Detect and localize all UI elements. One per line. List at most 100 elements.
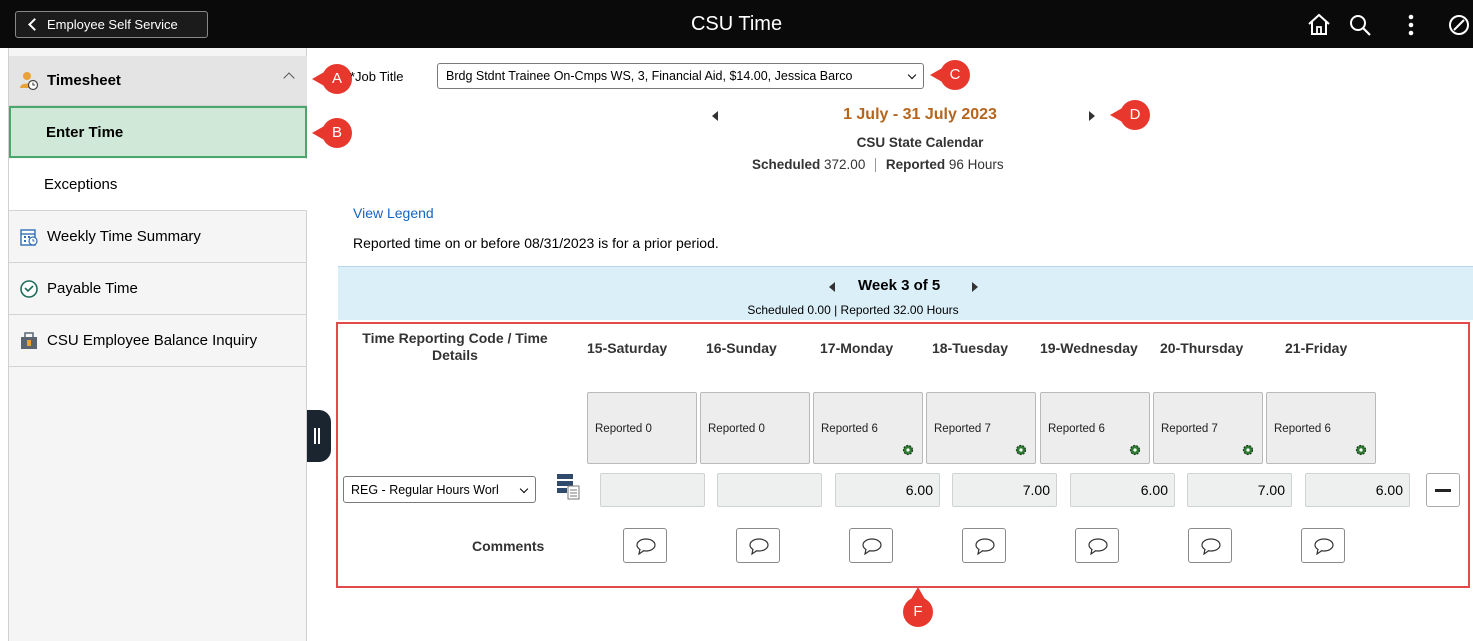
scheduled-label: Scheduled [752,157,821,172]
job-title-label: *Job Title [350,69,404,84]
gear-icon [1355,444,1367,456]
calendar-icon [20,228,38,246]
period-hours-summary: Scheduled 372.00 Reported 96 Hours [752,157,1004,173]
hours-input[interactable] [600,473,705,507]
detail-list-icon[interactable] [556,472,580,500]
view-legend-link[interactable]: View Legend [353,205,434,221]
comment-button[interactable] [962,528,1006,563]
sidebar-item-label: Payable Time [47,280,138,297]
reported-tile[interactable]: Reported 6 [1040,392,1150,464]
balance-icon [21,331,37,349]
back-button[interactable]: Employee Self Service [15,11,208,38]
back-button-label: Employee Self Service [47,17,178,32]
reported-text: Reported 0 [595,423,652,435]
home-icon[interactable] [1306,12,1332,38]
gear-icon [902,444,914,456]
job-title-value: Brdg Stdnt Trainee On-Cmps WS, 3, Financ… [446,69,853,83]
app-title: CSU Time [690,13,783,35]
hours-input[interactable] [717,473,822,507]
timesheet-icon [20,71,39,90]
callout-marker: F [903,587,933,627]
day-header: 20-Thursday [1160,340,1244,356]
search-icon[interactable] [1347,12,1373,38]
comments-label: Comments [472,538,545,554]
comment-button[interactable] [623,528,667,563]
comment-button[interactable] [736,528,780,563]
sidebar-section-label: Timesheet [47,72,121,89]
reported-text: Reported 6 [1048,423,1105,435]
sidebar-section-timesheet[interactable]: Timesheet [9,56,307,106]
sidebar-item-exceptions[interactable]: Exceptions [9,159,307,211]
sidebar-item-label: Weekly Time Summary [47,228,201,245]
day-header: 16-Sunday [706,340,777,356]
prev-period-button[interactable] [712,111,718,121]
callout-marker: C [930,60,970,90]
divider [875,158,877,173]
sidebar-item-payable-time[interactable]: Payable Time [9,263,307,315]
gear-icon [1015,444,1027,456]
chevron-up-icon[interactable] [283,72,295,84]
comment-icon [749,538,769,555]
hours-input[interactable]: 6.00 [835,473,940,507]
comment-icon [1314,538,1334,555]
reported-text: Reported 6 [821,423,878,435]
comment-button[interactable] [849,528,893,563]
hours-input[interactable]: 7.00 [952,473,1057,507]
reported-tile[interactable]: Reported 6 [1266,392,1376,464]
sidebar-collapse-handle[interactable] [307,410,331,462]
reported-tile[interactable]: Reported 7 [1153,392,1263,464]
gear-icon [1129,444,1141,456]
week-title: Week 3 of 5 [858,277,941,294]
next-period-button[interactable] [1089,111,1095,121]
time-reporting-code-select[interactable]: REG - Regular Hours Worl [343,476,536,503]
sidebar: Timesheet Enter Time Exceptions Weekly T… [8,48,307,641]
hours-input[interactable]: 7.00 [1187,473,1292,507]
chevron-left-icon [28,18,41,31]
scheduled-value: 372.00 [824,157,866,172]
prior-period-notice: Reported time on or before 08/31/2023 is… [353,235,719,251]
period-range: 1 July - 31 July 2023 [843,106,997,123]
reported-label: Reported [885,157,946,172]
gear-icon [1242,444,1254,456]
chevron-down-icon [907,70,917,80]
sidebar-item-label: Exceptions [44,176,118,193]
comment-button[interactable] [1188,528,1232,563]
sidebar-item-enter-time[interactable]: Enter Time [9,106,307,158]
compass-icon[interactable] [1446,12,1472,38]
sidebar-item-label: CSU Employee Balance Inquiry [47,332,258,349]
comment-icon [636,538,656,555]
job-title-select[interactable]: Brdg Stdnt Trainee On-Cmps WS, 3, Financ… [437,63,924,89]
sidebar-item-label: Enter Time [46,123,124,141]
sidebar-item-weekly-time-summary[interactable]: Weekly Time Summary [9,211,307,263]
calendar-name: CSU State Calendar [856,135,984,150]
reported-tile[interactable]: Reported 0 [700,392,810,464]
reported-tile[interactable]: Reported 6 [813,392,923,464]
reported-value: 96 Hours [948,157,1004,172]
more-vertical-icon[interactable] [1398,12,1424,38]
day-header: 18-Tuesday [932,340,1008,356]
hours-input[interactable]: 6.00 [1305,473,1410,507]
day-header: 15-Saturday [587,340,668,356]
sidebar-item-csu-employee-balance-inquiry[interactable]: CSU Employee Balance Inquiry [9,315,307,367]
day-header: 21-Friday [1285,340,1348,356]
reported-text: Reported 0 [708,423,765,435]
trc-column-header: Time Reporting Code / Time Details [362,330,548,363]
reported-text: Reported 7 [934,423,991,435]
reported-tile[interactable]: Reported 0 [587,392,697,464]
callout-marker: B [312,118,352,148]
reported-tile[interactable]: Reported 7 [926,392,1036,464]
comment-button[interactable] [1301,528,1345,563]
comment-icon [862,538,882,555]
hours-input[interactable]: 6.00 [1070,473,1175,507]
day-header: 19-Wednesday [1040,340,1138,356]
clock-icon [20,279,38,298]
comment-icon [975,538,995,555]
next-week-button[interactable] [972,282,978,292]
delete-row-button[interactable] [1426,473,1460,507]
comment-button[interactable] [1075,528,1119,563]
week-hours-summary: Scheduled 0.00 | Reported 32.00 Hours [747,303,959,317]
prev-week-button[interactable] [829,282,835,292]
callout-marker: D [1110,100,1150,130]
chevron-down-icon [519,484,529,494]
reported-text: Reported 6 [1274,423,1331,435]
